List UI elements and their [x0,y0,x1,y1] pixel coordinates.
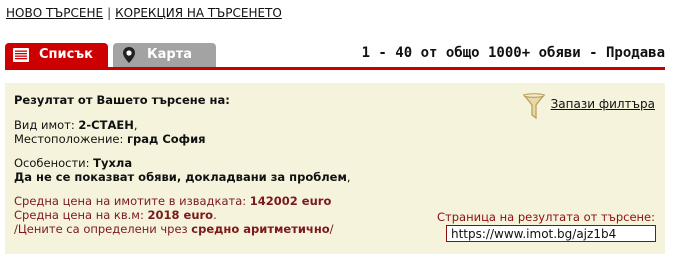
search-summary-panel: Резултат от Вашето търсене на: Вид имот:… [5,83,665,254]
save-filter-link[interactable]: Запази филтъра [551,97,655,111]
avg-sqm-label: Средна цена на кв.м: [14,208,144,222]
tab-list[interactable]: Списък [5,43,108,67]
tab-list-label: Списък [39,47,93,62]
price-note-method: средно аритметично [191,222,330,236]
top-navigation: НОВО ТЪРСЕНЕ | КОРЕКЦИЯ НА ТЪРСЕНЕТО [6,6,282,20]
avg-price-label: Средна цена на имотите в извадката: [14,194,247,208]
property-type-value: 2-СТАЕН [78,118,134,132]
result-url-field[interactable]: https://www.imot.bg/ajz1b4 [446,225,656,242]
location-label: Местоположение: [14,132,124,146]
edit-search-link[interactable]: КОРЕКЦИЯ НА ТЪРСЕНЕТО [115,6,282,20]
result-page-label: Страница на резултата от търсене: [437,210,655,224]
features-label: Особености: [14,156,90,170]
location-row: Местоположение: град София [14,132,206,146]
tab-underline [5,67,665,70]
price-note-row: /Цените са определени чрез средно аритме… [14,222,334,236]
property-type-label: Вид имот: [14,118,75,132]
exclusion-text: Да не се показват обяви, докладвани за п… [14,170,347,184]
new-search-link[interactable]: НОВО ТЪРСЕНЕ [6,6,103,20]
nav-separator: | [107,6,112,20]
summary-heading: Резултат от Вашето търсене на: [14,93,230,107]
avg-sqm-value: 2018 euro [147,208,214,222]
exclusion-row: Да не се показват обяви, докладвани за п… [14,170,351,184]
list-icon [13,48,29,62]
price-note-suffix: / [329,222,334,236]
funnel-icon [522,93,545,120]
avg-price-row: Средна цена на имотите в извадката: 1420… [14,194,331,208]
results-count: 1 - 40 от общо 1000+ обяви - Продава [361,45,665,61]
tab-map[interactable]: Карта [113,43,216,67]
avg-price-value: 142002 euro [249,194,332,208]
tab-map-label: Карта [147,47,193,62]
features-value: Тухла [93,156,133,170]
location-value: град София [127,132,206,146]
property-type-row: Вид имот: 2-СТАЕН, [14,118,138,132]
features-row: Особености: Тухла [14,156,132,170]
map-pin-icon [123,47,135,63]
price-note-prefix: /Цените са определени чрез [14,222,188,236]
save-filter-button[interactable]: Запази филтъра [522,93,655,121]
avg-sqm-row: Средна цена на кв.м: 2018 euro. [14,208,217,222]
